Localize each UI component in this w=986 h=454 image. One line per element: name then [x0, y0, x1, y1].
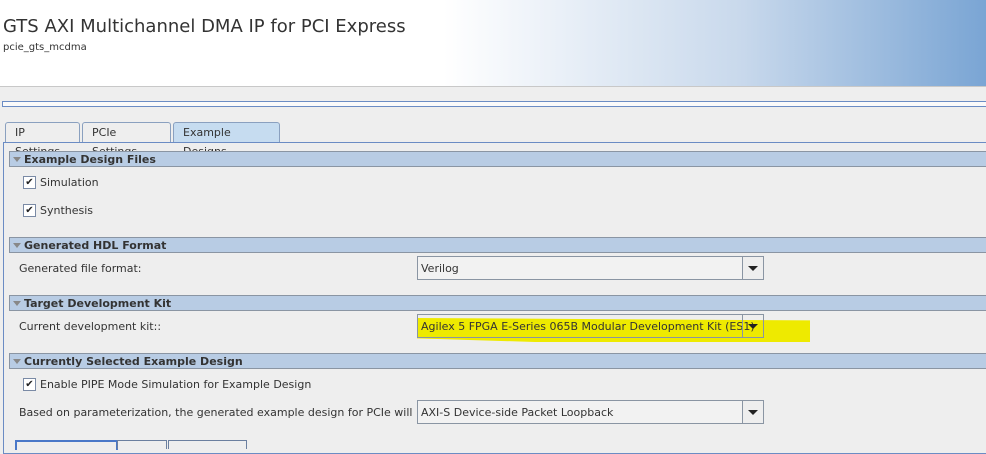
chevron-down-icon[interactable]: [742, 401, 763, 423]
tab-pcie-settings[interactable]: PCIe Settings: [82, 122, 171, 158]
collapse-triangle-icon[interactable]: [13, 243, 21, 248]
tab-example-designs[interactable]: Example Designs: [173, 122, 280, 158]
checkbox-label: Enable PIPE Mode Simulation for Example …: [40, 378, 312, 391]
section-selected-example-design[interactable]: Currently Selected Example Design: [9, 353, 986, 369]
tab-ip-settings[interactable]: IP Settings: [5, 122, 80, 158]
collapse-triangle-icon[interactable]: [13, 157, 21, 162]
synthesis-checkbox[interactable]: ✔ Synthesis: [23, 204, 93, 217]
header: GTS AXI Multichannel DMA IP for PCI Expr…: [0, 0, 986, 87]
checkmark-icon[interactable]: ✔: [23, 378, 36, 391]
select-value: Verilog: [421, 262, 459, 275]
simulation-checkbox[interactable]: ✔ Simulation: [23, 176, 99, 189]
section-title: Target Development Kit: [24, 297, 172, 310]
collapse-triangle-icon[interactable]: [13, 301, 21, 306]
page-title: GTS AXI Multichannel DMA IP for PCI Expr…: [3, 16, 406, 37]
development-kit-label: Current development kit::: [19, 320, 162, 333]
section-target-development-kit[interactable]: Target Development Kit: [9, 295, 986, 311]
chevron-down-icon[interactable]: [742, 315, 763, 337]
page-subtitle: pcie_gts_mcdma: [3, 42, 87, 53]
select-value: Agilex 5 FPGA E-Series 065B Modular Deve…: [421, 320, 755, 333]
section-title: Generated HDL Format: [24, 239, 167, 252]
select-value: AXI-S Device-side Packet Loopback: [421, 406, 614, 419]
example-design-label: Based on parameterization, the generated…: [19, 406, 434, 419]
checkmark-icon[interactable]: ✔: [23, 176, 36, 189]
section-example-design-files[interactable]: Example Design Files: [9, 151, 986, 167]
bottom-tab[interactable]: [117, 440, 167, 449]
example-design-select[interactable]: AXI-S Device-side Packet Loopback: [417, 400, 764, 424]
checkbox-label: Synthesis: [40, 204, 94, 217]
chevron-down-icon[interactable]: [742, 257, 763, 279]
checkbox-label: Simulation: [40, 176, 99, 189]
checkmark-icon[interactable]: ✔: [23, 204, 36, 217]
development-kit-select[interactable]: Agilex 5 FPGA E-Series 065B Modular Deve…: [417, 314, 764, 338]
pipe-mode-checkbox[interactable]: ✔ Enable PIPE Mode Simulation for Example…: [23, 378, 311, 391]
divider-strip: [2, 101, 986, 107]
bottom-tab[interactable]: [168, 440, 247, 449]
file-format-select[interactable]: Verilog: [417, 256, 764, 280]
file-format-label: Generated file format:: [19, 262, 142, 275]
section-generated-hdl-format[interactable]: Generated HDL Format: [9, 237, 986, 253]
bottom-tab[interactable]: [15, 440, 118, 450]
section-title: Example Design Files: [24, 153, 156, 166]
collapse-triangle-icon[interactable]: [13, 359, 21, 364]
section-title: Currently Selected Example Design: [24, 355, 243, 368]
